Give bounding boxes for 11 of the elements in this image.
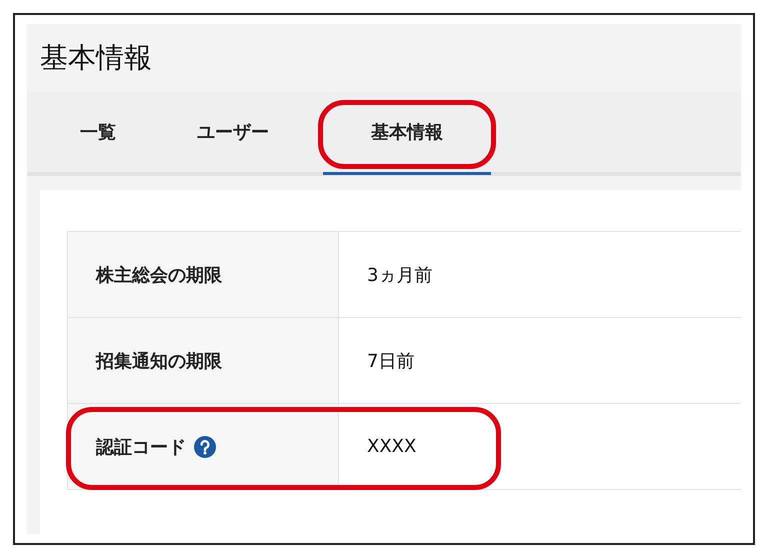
value-cell-text: 3ヵ月前 — [366, 264, 432, 288]
tab[interactable]: ユーザー — [184, 92, 282, 172]
tab[interactable]: 基本情報 — [323, 92, 491, 175]
page-title: 基本情報 — [39, 40, 153, 76]
value-cell-text: 7日前 — [366, 350, 414, 374]
field-label: 招集通知の期限 — [96, 350, 222, 372]
field-label: 認証コード — [96, 436, 186, 458]
help-icon[interactable] — [194, 436, 216, 458]
value-cell-text: XXXX — [366, 435, 416, 459]
tab[interactable]: 一覧 — [67, 92, 129, 172]
field-label: 株主総会の期限 — [96, 264, 222, 286]
